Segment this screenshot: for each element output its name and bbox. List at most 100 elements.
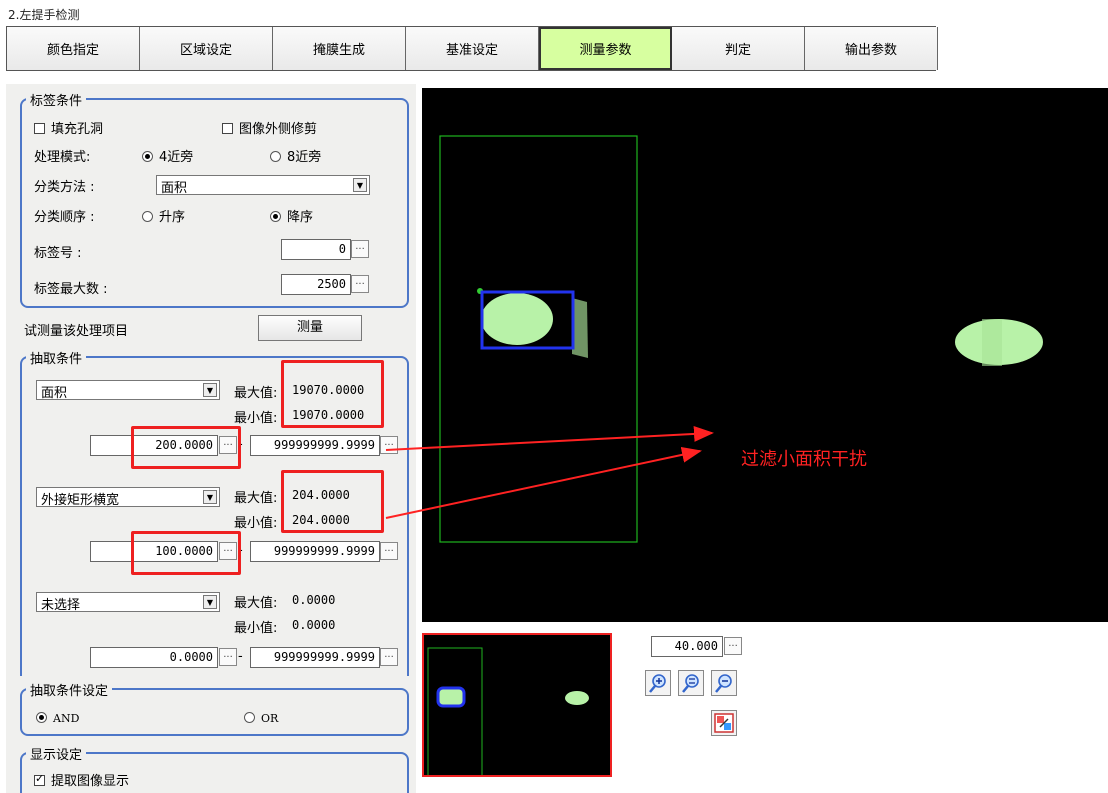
tab-output[interactable]: 输出参数	[805, 27, 938, 70]
tab-judge[interactable]: 判定	[672, 27, 805, 70]
left-handle-blob	[481, 293, 553, 345]
min-label: 最小值:	[234, 621, 278, 636]
label-max-label: 标签最大数 :	[34, 282, 108, 297]
trim-outside-checkbox[interactable]: 图像外侧修剪	[222, 118, 317, 137]
thumb-region	[427, 647, 483, 777]
radio-label: AND	[53, 712, 80, 725]
fill-holes-checkbox[interactable]: 填充孔洞	[34, 118, 103, 137]
or-radio[interactable]: OR	[244, 711, 278, 726]
item2-high-input[interactable]: 999999999.9999	[250, 541, 380, 562]
radio-dot[interactable]	[270, 211, 281, 222]
radio-dot[interactable]	[142, 151, 153, 162]
tab-color[interactable]: 颜色指定	[7, 27, 140, 70]
chevron-down-icon[interactable]: ▼	[203, 383, 217, 397]
item3-high-more-button[interactable]: ...	[380, 648, 398, 666]
right-handle-seam	[982, 319, 1002, 366]
thumb-left-blob	[436, 686, 466, 708]
checkbox-label: 填充孔洞	[51, 122, 104, 137]
item1-high-input[interactable]: 999999999.9999	[250, 435, 380, 456]
range-dash: -	[238, 649, 243, 664]
zoom-out-icon	[715, 674, 732, 693]
zoom-input[interactable]: 40.000	[651, 636, 723, 657]
label-no-more-button[interactable]: ...	[351, 240, 369, 258]
item3-high-input[interactable]: 999999999.9999	[250, 647, 380, 668]
mode4-radio[interactable]: 4近旁	[142, 146, 193, 165]
mode8-radio[interactable]: 8近旁	[270, 146, 321, 165]
group-title: 抽取条件设定	[26, 680, 113, 699]
min-value: 0.0000	[292, 618, 336, 632]
highlight-area-maxmin	[281, 360, 384, 428]
select-value: 外接矩形横宽	[41, 493, 120, 508]
checkbox-label: 图像外侧修剪	[239, 122, 318, 137]
extract-item3-select[interactable]: 未选择 ▼	[36, 592, 220, 613]
radio-label: 8近旁	[287, 150, 322, 165]
page-caption: 2.左提手检测	[8, 8, 80, 22]
select-value: 面积	[41, 386, 68, 401]
item2-high-more-button[interactable]: ...	[380, 542, 398, 560]
select-value: 未选择	[41, 598, 81, 613]
zoom-in-icon	[649, 674, 666, 693]
zoom-fit-icon	[682, 674, 699, 693]
tab-region[interactable]: 区域设定	[140, 27, 273, 70]
radio-label: 升序	[159, 210, 186, 225]
image-canvas	[439, 135, 1043, 543]
zoom-out-button[interactable]	[711, 670, 737, 696]
max-value: 0.0000	[292, 593, 336, 607]
max-label: 最大值:	[234, 491, 278, 506]
tab-bar: 颜色指定 区域设定 掩膜生成 基准设定 测量参数 判定 输出参数	[6, 26, 938, 71]
label-max-input[interactable]: 2500	[281, 274, 351, 295]
thumbnail-view[interactable]	[422, 633, 612, 777]
asc-radio[interactable]: 升序	[142, 206, 185, 225]
thumbnail-canvas	[427, 647, 589, 777]
chevron-down-icon[interactable]: ▼	[353, 178, 367, 192]
label-max-more-button[interactable]: ...	[351, 275, 369, 293]
radio-label: OR	[261, 712, 279, 725]
checkbox-box[interactable]	[34, 772, 45, 786]
sort-method-label: 分类方法 :	[34, 180, 95, 195]
group-title: 抽取条件	[26, 348, 87, 367]
checkbox-box[interactable]	[222, 123, 233, 134]
desc-radio[interactable]: 降序	[270, 206, 313, 225]
highlight-area-low	[131, 426, 241, 469]
item1-high-more-button[interactable]: ...	[380, 436, 398, 454]
highlight-width-low	[131, 531, 241, 575]
label-no-input[interactable]: 0	[281, 239, 351, 260]
thumb-right-blob	[565, 691, 589, 705]
radio-dot[interactable]	[142, 211, 153, 222]
select-value: 面积	[161, 181, 188, 196]
radio-label: 降序	[287, 210, 314, 225]
radio-dot[interactable]	[270, 151, 281, 162]
proc-mode-label: 处理模式:	[34, 150, 91, 165]
sort-method-select[interactable]: 面积 ▼	[156, 175, 370, 196]
min-label: 最小值:	[234, 411, 278, 426]
measure-button[interactable]: 测量	[258, 315, 362, 341]
label-no-label: 标签号 :	[34, 246, 82, 261]
show-extract-checkbox[interactable]: 提取图像显示	[34, 770, 129, 789]
group-title: 显示设定	[26, 744, 87, 763]
radio-dot[interactable]	[36, 712, 47, 723]
radio-label: 4近旁	[159, 150, 194, 165]
extract-item2-select[interactable]: 外接矩形横宽 ▼	[36, 487, 220, 508]
tab-measure-params[interactable]: 测量参数	[539, 27, 672, 70]
tab-mask[interactable]: 掩膜生成	[273, 27, 406, 70]
chevron-down-icon[interactable]: ▼	[203, 595, 217, 609]
and-radio[interactable]: AND	[36, 711, 79, 726]
checkbox-label: 提取图像显示	[51, 774, 130, 789]
highlight-width-maxmin	[281, 470, 384, 533]
item3-low-input[interactable]: 0.0000	[90, 647, 218, 668]
zoom-more-button[interactable]: ...	[724, 637, 742, 655]
item3-low-more-button[interactable]: ...	[219, 648, 237, 666]
zoom-in-button[interactable]	[645, 670, 671, 696]
radio-dot[interactable]	[244, 712, 255, 723]
annotation-text: 过滤小面积干扰	[741, 449, 867, 470]
image-switch-button[interactable]	[711, 710, 737, 736]
checkbox-box[interactable]	[34, 123, 45, 134]
extract-item1-select[interactable]: 面积 ▼	[36, 380, 220, 401]
test-measure-label: 试测量该处理项目	[24, 324, 129, 339]
image-switch-icon	[714, 713, 734, 733]
tab-reference[interactable]: 基准设定	[406, 27, 539, 70]
zoom-fit-button[interactable]	[678, 670, 704, 696]
image-view[interactable]	[422, 88, 1108, 622]
sort-order-label: 分类顺序 :	[34, 210, 95, 225]
chevron-down-icon[interactable]: ▼	[203, 490, 217, 504]
